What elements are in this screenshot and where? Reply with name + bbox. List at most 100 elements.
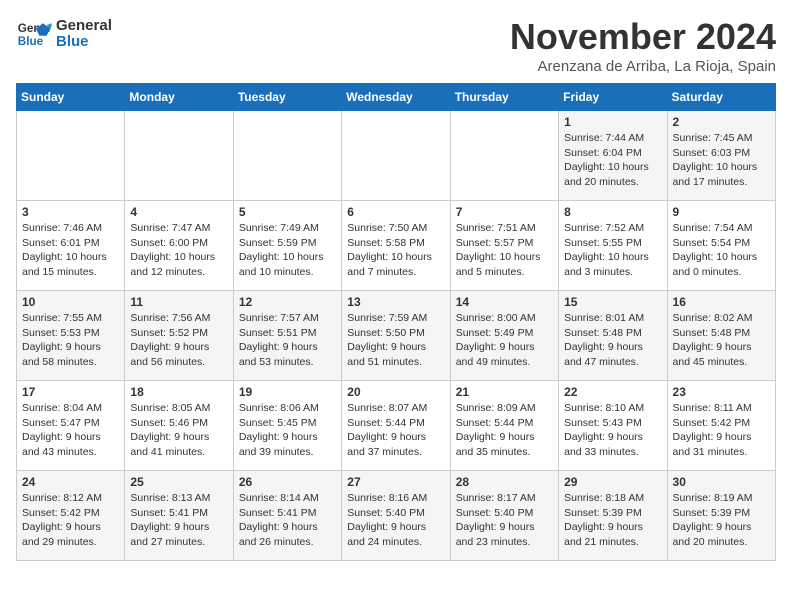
day-info: Sunrise: 7:59 AM Sunset: 5:50 PM Dayligh…	[347, 311, 444, 370]
day-cell: 13Sunrise: 7:59 AM Sunset: 5:50 PM Dayli…	[342, 291, 450, 381]
weekday-header-tuesday: Tuesday	[233, 84, 341, 111]
day-cell: 9 Sunrise: 7:54 AM Sunset: 5:54 PM Daylig…	[667, 201, 775, 291]
title-block: November 2024 Arenzana de Arriba, La Rio…	[510, 16, 776, 75]
day-cell: 24 Sunrise: 8:12 AM Sunset: 5:42 PM Dayli…	[17, 471, 125, 561]
weekday-header-row: SundayMondayTuesdayWednesdayThursdayFrid…	[17, 84, 776, 111]
day-info: Sunrise: 7:55 AM Sunset: 5:53 PM Dayligh…	[22, 311, 119, 370]
day-cell: 12 Sunrise: 7:57 AM Sunset: 5:51 PM Dayli…	[233, 291, 341, 381]
day-number: 22	[564, 385, 661, 399]
day-cell: 23 Sunrise: 8:11 AM Sunset: 5:42 PM Dayli…	[667, 381, 775, 471]
day-number: 10	[22, 295, 119, 309]
day-number: 5	[239, 205, 336, 219]
day-cell	[17, 111, 125, 201]
day-info: Sunrise: 7:44 AM Sunset: 6:04 PM Dayligh…	[564, 131, 661, 190]
day-cell: 7 Sunrise: 7:51 AM Sunset: 5:57 PM Daylig…	[450, 201, 558, 291]
day-number: 23	[673, 385, 770, 399]
day-info: Sunrise: 8:02 AM Sunset: 5:48 PM Dayligh…	[673, 311, 770, 370]
day-number: 9	[673, 205, 770, 219]
day-cell: 15 Sunrise: 8:01 AM Sunset: 5:48 PM Dayli…	[559, 291, 667, 381]
day-cell: 10 Sunrise: 7:55 AM Sunset: 5:53 PM Dayli…	[17, 291, 125, 381]
day-info: Sunrise: 7:49 AM Sunset: 5:59 PM Dayligh…	[239, 221, 336, 280]
day-number: 20	[347, 385, 444, 399]
day-number: 14	[456, 295, 553, 309]
day-info: Sunrise: 7:52 AM Sunset: 5:55 PM Dayligh…	[564, 221, 661, 280]
day-number: 7	[456, 205, 553, 219]
day-cell: 6Sunrise: 7:50 AM Sunset: 5:58 PM Daylig…	[342, 201, 450, 291]
day-info: Sunrise: 8:14 AM Sunset: 5:41 PM Dayligh…	[239, 491, 336, 550]
day-info: Sunrise: 8:00 AM Sunset: 5:49 PM Dayligh…	[456, 311, 553, 370]
day-cell	[125, 111, 233, 201]
day-cell: 17Sunrise: 8:04 AM Sunset: 5:47 PM Dayli…	[17, 381, 125, 471]
day-info: Sunrise: 7:54 AM Sunset: 5:54 PM Dayligh…	[673, 221, 770, 280]
day-cell: 21Sunrise: 8:09 AM Sunset: 5:44 PM Dayli…	[450, 381, 558, 471]
day-cell: 18Sunrise: 8:05 AM Sunset: 5:46 PM Dayli…	[125, 381, 233, 471]
day-number: 17	[22, 385, 119, 399]
header: General Blue General Blue November 2024 …	[16, 16, 776, 75]
weekday-header-thursday: Thursday	[450, 84, 558, 111]
day-number: 24	[22, 475, 119, 489]
location: Arenzana de Arriba, La Rioja, Spain	[510, 58, 776, 75]
day-info: Sunrise: 8:12 AM Sunset: 5:42 PM Dayligh…	[22, 491, 119, 550]
day-number: 27	[347, 475, 444, 489]
day-cell: 16 Sunrise: 8:02 AM Sunset: 5:48 PM Dayli…	[667, 291, 775, 381]
day-info: Sunrise: 8:06 AM Sunset: 5:45 PM Dayligh…	[239, 401, 336, 460]
day-cell: 5 Sunrise: 7:49 AM Sunset: 5:59 PM Daylig…	[233, 201, 341, 291]
day-number: 25	[130, 475, 227, 489]
day-number: 28	[456, 475, 553, 489]
day-info: Sunrise: 8:09 AM Sunset: 5:44 PM Dayligh…	[456, 401, 553, 460]
week-row-2: 3 Sunrise: 7:46 AM Sunset: 6:01 PM Daylig…	[17, 201, 776, 291]
day-cell: 30Sunrise: 8:19 AM Sunset: 5:39 PM Dayli…	[667, 471, 775, 561]
day-number: 30	[673, 475, 770, 489]
day-info: Sunrise: 8:01 AM Sunset: 5:48 PM Dayligh…	[564, 311, 661, 370]
day-number: 16	[673, 295, 770, 309]
day-cell: 26 Sunrise: 8:14 AM Sunset: 5:41 PM Dayli…	[233, 471, 341, 561]
day-cell: 27Sunrise: 8:16 AM Sunset: 5:40 PM Dayli…	[342, 471, 450, 561]
week-row-3: 10 Sunrise: 7:55 AM Sunset: 5:53 PM Dayli…	[17, 291, 776, 381]
day-info: Sunrise: 7:51 AM Sunset: 5:57 PM Dayligh…	[456, 221, 553, 280]
day-cell: 19Sunrise: 8:06 AM Sunset: 5:45 PM Dayli…	[233, 381, 341, 471]
day-cell: 29 Sunrise: 8:18 AM Sunset: 5:39 PM Dayli…	[559, 471, 667, 561]
weekday-header-wednesday: Wednesday	[342, 84, 450, 111]
day-number: 26	[239, 475, 336, 489]
day-cell: 20 Sunrise: 8:07 AM Sunset: 5:44 PM Dayli…	[342, 381, 450, 471]
week-row-4: 17Sunrise: 8:04 AM Sunset: 5:47 PM Dayli…	[17, 381, 776, 471]
day-cell: 28 Sunrise: 8:17 AM Sunset: 5:40 PM Dayli…	[450, 471, 558, 561]
day-number: 29	[564, 475, 661, 489]
logo: General Blue General Blue	[16, 16, 112, 52]
day-info: Sunrise: 8:07 AM Sunset: 5:44 PM Dayligh…	[347, 401, 444, 460]
day-number: 2	[673, 115, 770, 129]
day-info: Sunrise: 8:18 AM Sunset: 5:39 PM Dayligh…	[564, 491, 661, 550]
day-info: Sunrise: 7:46 AM Sunset: 6:01 PM Dayligh…	[22, 221, 119, 280]
day-cell: 22Sunrise: 8:10 AM Sunset: 5:43 PM Dayli…	[559, 381, 667, 471]
day-number: 11	[130, 295, 227, 309]
day-cell	[233, 111, 341, 201]
day-info: Sunrise: 8:05 AM Sunset: 5:46 PM Dayligh…	[130, 401, 227, 460]
day-cell: 3 Sunrise: 7:46 AM Sunset: 6:01 PM Daylig…	[17, 201, 125, 291]
svg-text:Blue: Blue	[18, 35, 44, 48]
day-cell: 14 Sunrise: 8:00 AM Sunset: 5:49 PM Dayli…	[450, 291, 558, 381]
week-row-1: 1 Sunrise: 7:44 AM Sunset: 6:04 PM Daylig…	[17, 111, 776, 201]
day-info: Sunrise: 7:47 AM Sunset: 6:00 PM Dayligh…	[130, 221, 227, 280]
day-info: Sunrise: 8:11 AM Sunset: 5:42 PM Dayligh…	[673, 401, 770, 460]
day-info: Sunrise: 7:57 AM Sunset: 5:51 PM Dayligh…	[239, 311, 336, 370]
day-number: 15	[564, 295, 661, 309]
weekday-header-friday: Friday	[559, 84, 667, 111]
day-number: 4	[130, 205, 227, 219]
day-cell: 8 Sunrise: 7:52 AM Sunset: 5:55 PM Daylig…	[559, 201, 667, 291]
day-number: 3	[22, 205, 119, 219]
weekday-header-sunday: Sunday	[17, 84, 125, 111]
day-info: Sunrise: 8:13 AM Sunset: 5:41 PM Dayligh…	[130, 491, 227, 550]
weekday-header-saturday: Saturday	[667, 84, 775, 111]
logo-general: General	[56, 18, 112, 35]
weekday-header-monday: Monday	[125, 84, 233, 111]
day-cell	[450, 111, 558, 201]
day-cell	[342, 111, 450, 201]
day-cell: 4 Sunrise: 7:47 AM Sunset: 6:00 PM Daylig…	[125, 201, 233, 291]
logo-blue: Blue	[56, 34, 112, 51]
day-info: Sunrise: 7:45 AM Sunset: 6:03 PM Dayligh…	[673, 131, 770, 190]
day-info: Sunrise: 8:17 AM Sunset: 5:40 PM Dayligh…	[456, 491, 553, 550]
month-year: November 2024	[510, 16, 776, 58]
day-number: 12	[239, 295, 336, 309]
day-number: 1	[564, 115, 661, 129]
day-number: 8	[564, 205, 661, 219]
